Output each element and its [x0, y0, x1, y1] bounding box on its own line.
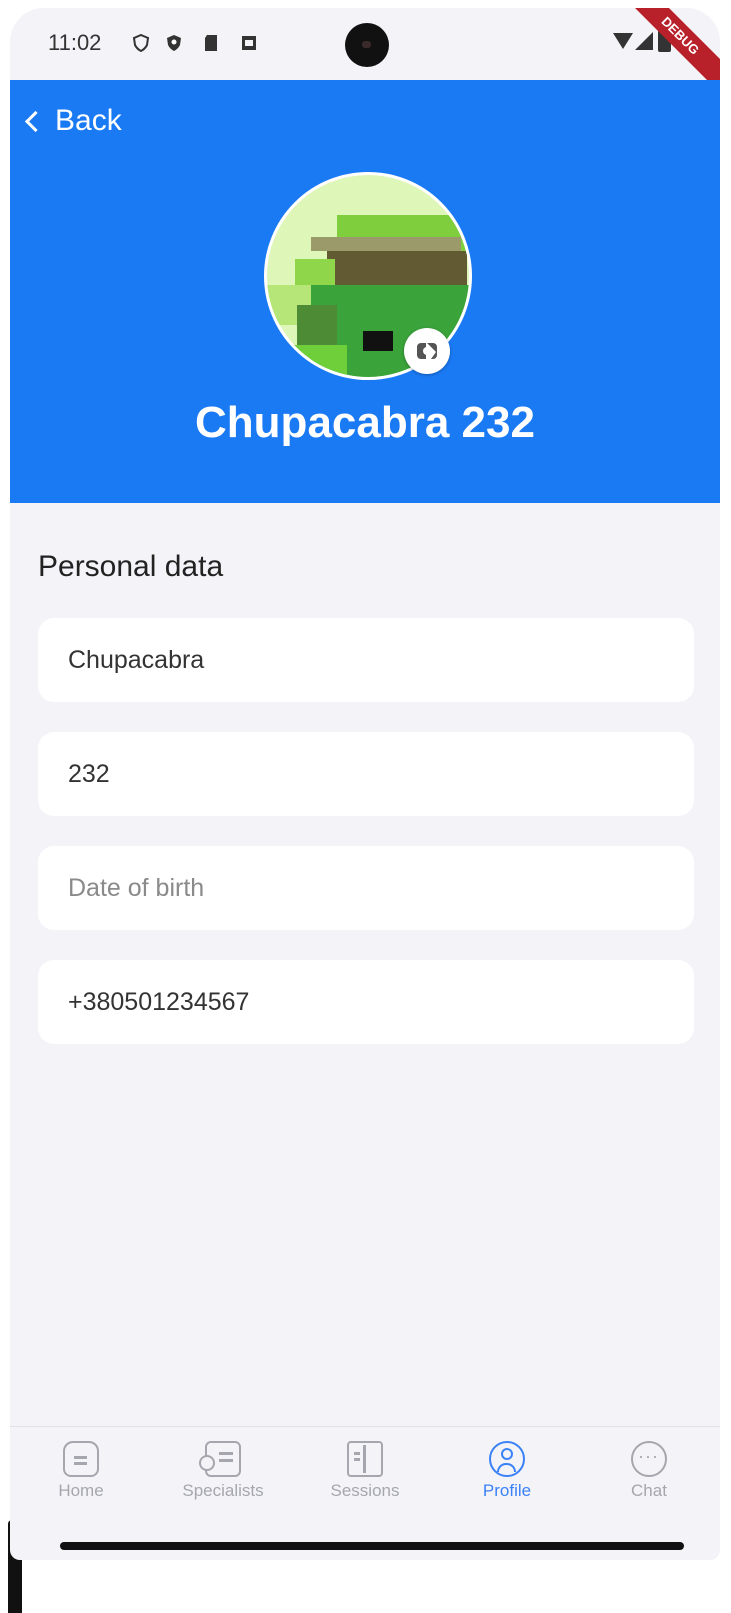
- shield-outline-icon: [132, 34, 150, 52]
- phone-screen: 11:02 DEBUG Back Chupacabra 232 Personal…: [10, 8, 720, 1560]
- nav-label: Home: [58, 1481, 104, 1500]
- nav-label: Chat: [631, 1481, 667, 1500]
- mouse-cursor: [426, 342, 436, 366]
- profile-icon: [489, 1441, 525, 1477]
- status-time: 11:02: [48, 30, 102, 55]
- last-name-field[interactable]: 232: [38, 732, 694, 816]
- profile-header: Back Chupacabra 232: [10, 80, 720, 503]
- nav-label: Profile: [482, 1481, 532, 1500]
- date-of-birth-field[interactable]: Date of birth: [38, 846, 694, 930]
- back-label: Back: [55, 104, 122, 137]
- phone-field[interactable]: +380501234567: [38, 960, 694, 1044]
- chat-icon: [631, 1441, 667, 1477]
- back-button[interactable]: Back: [22, 104, 122, 138]
- nav-item-home[interactable]: Home: [10, 1427, 152, 1537]
- book-icon: [347, 1441, 383, 1477]
- sd-card-icon: [205, 35, 217, 51]
- shield-filled-icon: [167, 35, 181, 51]
- front-camera: [345, 23, 389, 67]
- specialists-icon: [199, 1441, 241, 1477]
- nav-item-chat[interactable]: Chat: [578, 1427, 720, 1537]
- profile-name: Chupacabra 232: [195, 398, 535, 447]
- image-icon: [242, 36, 256, 50]
- nav-item-specialists[interactable]: Specialists: [152, 1427, 294, 1537]
- home-indicator[interactable]: [60, 1542, 684, 1550]
- bottom-nav: Home Specialists Sessions Profile Chat: [10, 1426, 720, 1537]
- nav-label: Sessions: [330, 1481, 400, 1500]
- chevron-left-icon: [24, 110, 47, 132]
- nav-item-profile[interactable]: Profile: [436, 1427, 578, 1537]
- section-title: Personal data: [38, 550, 224, 583]
- home-icon: [63, 1441, 99, 1477]
- wifi-icon: [613, 33, 633, 49]
- signal-icon: [635, 32, 653, 50]
- nav-item-sessions[interactable]: Sessions: [294, 1427, 436, 1537]
- nav-label: Specialists: [182, 1481, 264, 1500]
- status-bar: 11:02 DEBUG: [10, 8, 720, 102]
- first-name-field[interactable]: Chupacabra: [38, 618, 694, 702]
